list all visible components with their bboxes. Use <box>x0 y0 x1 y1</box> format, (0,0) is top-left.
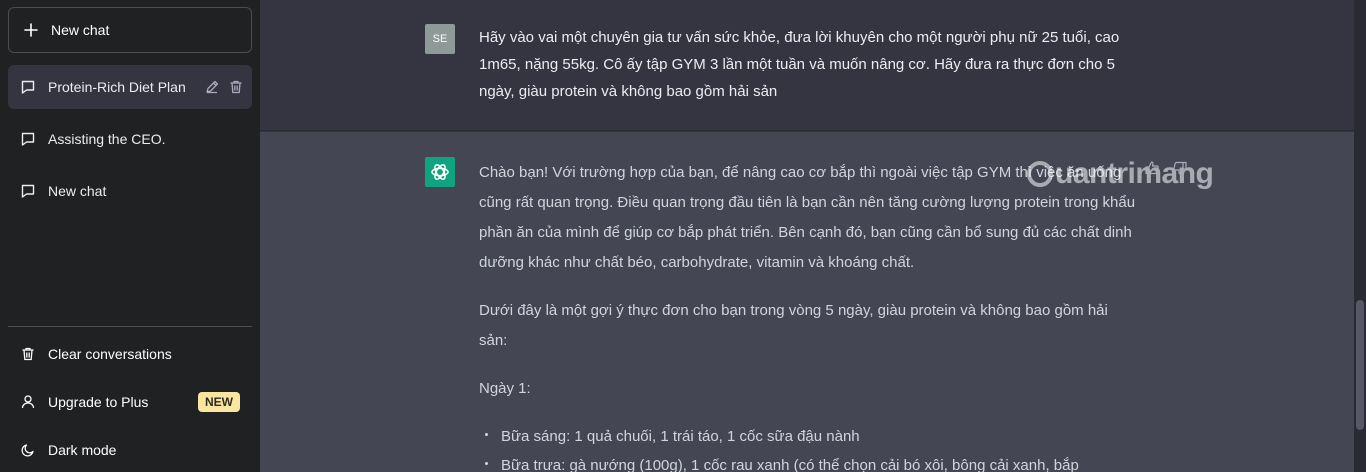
new-badge: NEW <box>198 392 240 412</box>
user-message-text: Hãy vào vai một chuyên gia tư vấn sức kh… <box>479 29 1120 100</box>
assistant-paragraph: Ngày 1: <box>479 380 531 397</box>
dark-mode-label: Dark mode <box>48 442 117 458</box>
openai-logo-icon <box>425 157 455 187</box>
scrollbar[interactable] <box>1354 0 1366 472</box>
moon-icon <box>20 442 36 458</box>
feedback-buttons <box>1144 160 1188 176</box>
list-item: Bữa sáng: 1 quả chuối, 1 trái táo, 1 cốc… <box>479 422 1139 451</box>
list-item: Bữa trưa: gà nướng (100g), 1 cốc rau xan… <box>479 451 1139 472</box>
new-chat-label: New chat <box>51 22 110 38</box>
clear-conversations-label: Clear conversations <box>48 346 172 362</box>
sidebar-divider <box>8 326 252 327</box>
user-icon <box>20 394 36 410</box>
assistant-message-text: Chào bạn! Với trường hợp của bạn, để nân… <box>479 158 1139 472</box>
conversation-item-new-chat[interactable]: New chat <box>8 169 252 213</box>
dark-mode-toggle[interactable]: Dark mode <box>8 428 252 472</box>
conversation-item-assisting-ceo[interactable]: Assisting the CEO. <box>8 117 252 161</box>
user-message: SE Hãy vào vai một chuyên gia tư vấn sức… <box>260 0 1354 131</box>
new-chat-button[interactable]: New chat <box>8 7 252 53</box>
user-avatar: SE <box>425 24 455 54</box>
conversation-label: Assisting the CEO. <box>48 131 166 147</box>
clear-conversations-button[interactable]: Clear conversations <box>8 332 252 376</box>
thumbs-up-icon[interactable] <box>1144 160 1160 176</box>
chat-bubble-icon <box>20 131 36 147</box>
conversation-label: Protein-Rich Diet Plan <box>48 79 186 95</box>
meal-list: Bữa sáng: 1 quả chuối, 1 trái táo, 1 cốc… <box>479 422 1139 472</box>
conversation-item-protein-diet[interactable]: Protein-Rich Diet Plan <box>8 65 252 109</box>
chat-bubble-icon <box>20 79 36 95</box>
conversation-label: New chat <box>48 183 107 199</box>
chat-bubble-icon <box>20 183 36 199</box>
trash-icon <box>20 346 36 362</box>
assistant-paragraph: Dưới đây là một gợi ý thực đơn cho bạn t… <box>479 302 1108 349</box>
upgrade-label: Upgrade to Plus <box>48 394 149 410</box>
thumbs-down-icon[interactable] <box>1172 160 1188 176</box>
plus-icon <box>23 22 39 38</box>
scrollbar-thumb[interactable] <box>1356 300 1364 430</box>
chat-main: SE Hãy vào vai một chuyên gia tư vấn sức… <box>260 0 1366 472</box>
trash-icon[interactable] <box>228 79 244 95</box>
assistant-paragraph: Chào bạn! Với trường hợp của bạn, để nân… <box>479 164 1136 271</box>
edit-icon[interactable] <box>204 79 220 95</box>
assistant-message: Chào bạn! Với trường hợp của bạn, để nân… <box>260 132 1354 472</box>
sidebar: New chat Protein-Rich Diet Plan Assistin… <box>0 0 260 472</box>
upgrade-to-plus-button[interactable]: Upgrade to Plus NEW <box>8 380 252 424</box>
